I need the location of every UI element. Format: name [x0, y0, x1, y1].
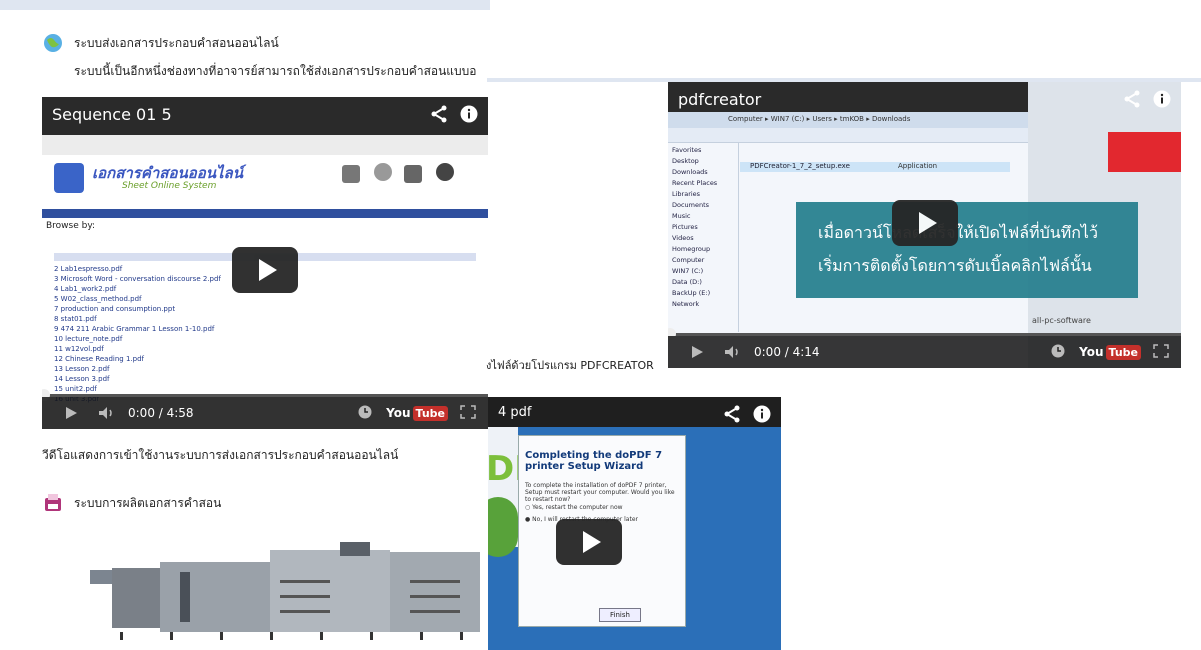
info-icon[interactable] — [753, 405, 771, 423]
site-tagline: Sheet Online System — [122, 181, 217, 191]
share-icon[interactable] — [430, 105, 448, 123]
play-button[interactable] — [556, 519, 622, 565]
file-table-row[interactable]: 13 Lesson 2.pdf — [54, 365, 476, 373]
top-nav-bar — [0, 0, 490, 10]
video-player-pdfcreator[interactable]: Computer ▸ WIN7 (C:) ▸ Users ▸ tmKOB ▸ D… — [668, 82, 1181, 368]
file-table-row[interactable]: 11 w12vol.pdf — [54, 345, 476, 353]
file-table-row[interactable]: 7 production and consumption.ppt — [54, 305, 476, 313]
wizard-text: To complete the installation of doPDF 7 … — [525, 482, 675, 503]
restart-now-option[interactable]: ○ Yes, restart the computer now — [525, 504, 623, 511]
explorer-sidebar-item[interactable]: Desktop — [672, 157, 734, 168]
video-top-actions — [1123, 90, 1171, 108]
installer-file[interactable]: PDFCreator-1_7_2_setup.exe — [750, 162, 850, 170]
play-button[interactable] — [892, 200, 958, 246]
video-controls: 0:00 / 4:14 You Tube — [668, 336, 1181, 368]
file-table-row[interactable]: 15 unit2.pdf — [54, 385, 476, 393]
pdfcreator-description: งไฟล์ด้วยโปรแกรม PDFCREATOR — [486, 359, 654, 372]
fullscreen-icon[interactable] — [460, 404, 476, 422]
explorer-sidebar-item[interactable]: Pictures — [672, 223, 734, 234]
explorer-sidebar-item[interactable]: Libraries — [672, 190, 734, 201]
file-table-row[interactable]: 10 lecture_note.pdf — [54, 335, 476, 343]
browse-label: Browse by: — [46, 221, 96, 231]
play-control-icon[interactable] — [690, 345, 704, 359]
file-table-row[interactable]: 5 W02_class_method.pdf — [54, 295, 476, 303]
wizard-title: Completing the doPDF 7 printer Setup Wiz… — [525, 450, 663, 472]
browser-chrome — [42, 135, 488, 156]
instruction-overlay: เมื่อดาวน์โหลดเสร็จให้เปิดไฟล์ที่บันทึกไ… — [796, 202, 1138, 298]
overlay-line-1: เมื่อดาวน์โหลดเสร็จให้เปิดไฟล์ที่บันทึกไ… — [818, 221, 1138, 246]
play-button[interactable] — [232, 247, 298, 293]
watch-later-icon[interactable] — [1051, 344, 1065, 361]
explorer-sidebar-item[interactable]: Downloads — [672, 168, 734, 179]
video-controls: 0:00 / 4:58 You Tube — [42, 397, 488, 429]
overlay-line-2: เริ่มการติดตั้งโดยการดับเบิ้ลคลิกไฟล์นั้… — [818, 256, 1092, 275]
volume-icon[interactable] — [724, 345, 742, 359]
youtube-logo-icon[interactable]: You Tube — [386, 405, 448, 421]
explorer-sidebar-item[interactable]: Videos — [672, 234, 734, 245]
video-player-dopdf[interactable]: DF Completing the doPDF 7 printer Setup … — [488, 397, 781, 650]
share-icon[interactable] — [1123, 90, 1141, 108]
watch-later-icon[interactable] — [358, 405, 372, 422]
video-title: Sequence 01 5 — [52, 105, 172, 124]
fullscreen-icon[interactable] — [1153, 343, 1169, 361]
file-table-row[interactable]: 9 474 211 Arabic Grammar 1 Lesson 1-10.p… — [54, 325, 476, 333]
online-docs-title: ระบบส่งเอกสารประกอบคำสอนออนไลน์ — [74, 35, 279, 50]
volume-icon[interactable] — [98, 406, 116, 420]
finish-button[interactable]: Finish — [599, 608, 641, 622]
explorer-sidebar-item[interactable]: Music — [672, 212, 734, 223]
explorer-breadcrumb: Computer ▸ WIN7 (C:) ▸ Users ▸ tmKOB ▸ D… — [728, 115, 911, 123]
video-player-sequence[interactable]: เอกสารคำสอนออนไลน์ Sheet Online System B… — [42, 97, 488, 429]
globe-icon — [42, 32, 64, 54]
video-top-actions — [723, 405, 771, 423]
video-time: 0:00 / 4:14 — [754, 345, 820, 359]
online-docs-heading: ระบบส่งเอกสารประกอบคำสอนออนไลน์ — [42, 32, 279, 54]
video-time: 0:00 / 4:58 — [128, 406, 194, 420]
file-type: Application — [898, 162, 938, 170]
youtube-logo-icon[interactable]: You Tube — [1079, 344, 1141, 360]
explorer-sidebar-item[interactable]: WIN7 (C:) — [672, 267, 734, 278]
explorer-sidebar-item[interactable]: Computer — [672, 256, 734, 267]
video-top-actions — [430, 105, 478, 123]
info-icon[interactable] — [460, 105, 478, 123]
file-table-row[interactable]: 14 Lesson 3.pdf — [54, 375, 476, 383]
file-table-row[interactable]: 8 stat01.pdf — [54, 315, 476, 323]
explorer-sidebar-item[interactable]: Network — [672, 300, 734, 311]
share-icon[interactable] — [723, 405, 741, 423]
online-docs-description: ระบบนี้เป็นอีกหนึ่งช่องทางที่อาจารย์สามา… — [74, 64, 477, 78]
explorer-sidebar-item[interactable]: Recent Places — [672, 179, 734, 190]
video-title: pdfcreator — [678, 90, 762, 109]
video-title: 4 pdf — [498, 405, 532, 420]
explorer-sidebar-item[interactable]: Data (D:) — [672, 278, 734, 289]
site-label: all-pc-software — [1032, 316, 1091, 325]
info-icon[interactable] — [1153, 90, 1171, 108]
file-table-row[interactable]: 12 Chinese Reading 1.pdf — [54, 355, 476, 363]
explorer-sidebar-item[interactable]: Documents — [672, 201, 734, 212]
explorer-sidebar-item[interactable]: BackUp (E:) — [672, 289, 734, 300]
play-control-icon[interactable] — [64, 406, 78, 420]
explorer-sidebar-item[interactable]: Favorites — [672, 146, 734, 157]
explorer-sidebar-item[interactable]: Homegroup — [672, 245, 734, 256]
